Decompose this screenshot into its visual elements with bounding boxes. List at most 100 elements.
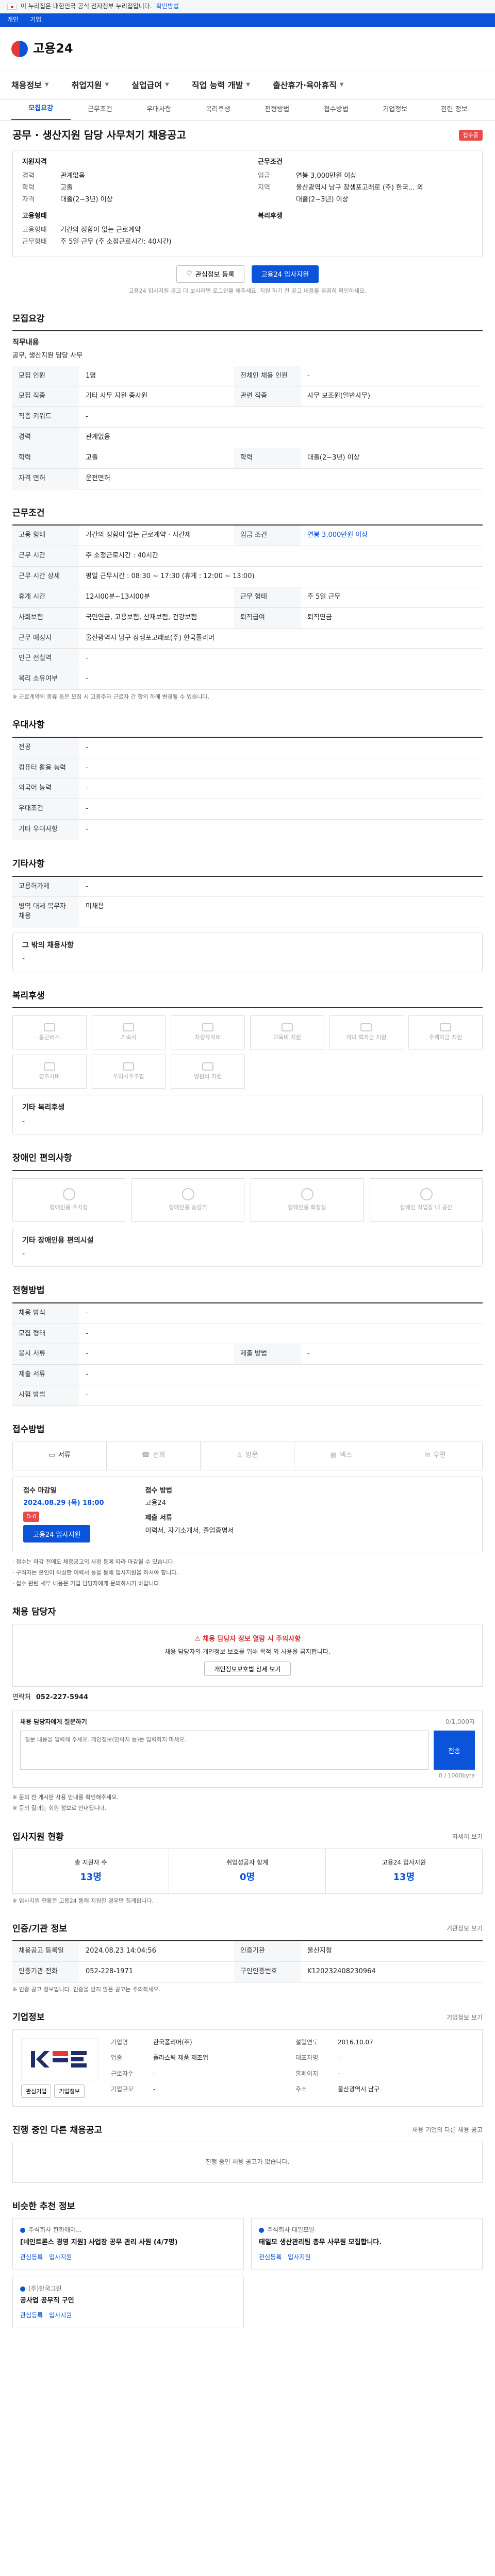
duty-text: 공무, 생산지원 담당 사무 (12, 351, 83, 360)
cert-more-link[interactable]: 기관정보 보기 (447, 1924, 483, 1933)
hot-title: 비슷한 추천 정보 (12, 2201, 75, 2212)
fav-link[interactable]: 관심등록 (20, 2253, 43, 2262)
disability-item: 장애인용 주차장 (12, 1178, 125, 1222)
related-more-link[interactable]: 채용 기업의 다른 채용 공고 (412, 2126, 483, 2134)
recruiter-desc: 채용 담당자의 개인정보 보호를 위해 목적 외 사용을 금지합니다. (164, 1648, 331, 1655)
company-icon (259, 2228, 264, 2233)
method-visit: ♙ 방문 (201, 1442, 294, 1470)
welfare-item: 차량유지비 (171, 1015, 245, 1050)
send-button[interactable]: 전송 (434, 1731, 475, 1770)
privacy-button[interactable]: 개인정보보호법 상세 보기 (204, 1662, 291, 1676)
mail-icon: ✉ (424, 1451, 431, 1460)
summary-left-title: 지원자격 (22, 158, 47, 166)
welfare-item: 통근버스 (12, 1015, 87, 1050)
tab-related[interactable]: 관련 정보 (425, 105, 484, 120)
company-info: 기업명 한국폴리머(주) 설립연도 2016.10.07 업종 플라스틱 제품 제조업… (111, 2038, 380, 2093)
tab-apply[interactable]: 접수방법 (307, 105, 366, 120)
inquiry-input[interactable] (20, 1731, 428, 1770)
method-label: 접수 방법 (145, 1486, 172, 1495)
apply-link[interactable]: 입사지원 (49, 2311, 72, 2320)
logo-icon[interactable] (11, 40, 28, 57)
hot-grid: 주식회사 한화에어... [네인트론스 경영 지원] 사업장 공무 관리 사원 … (12, 2218, 483, 2328)
flag-icon (7, 3, 16, 10)
company-logo (21, 2038, 98, 2080)
elevator-icon (182, 1188, 194, 1200)
job-title: 공무 · 생산지원 담당 사무처기 채용공고 (12, 129, 186, 141)
hot-card[interactable]: 주식회사 한화에어... [네인트론스 경영 지원] 사업장 공무 관리 사원 … (12, 2218, 244, 2269)
table-row: 우대조건 - (12, 799, 483, 820)
disability-grid: 장애인용 주차장 장애인용 승강기 장애인용 화장실 장애인 작업장 내 공간 (12, 1178, 483, 1222)
scrap-button[interactable]: ♡ 관심정보 등록 (176, 265, 244, 283)
nav-item-unemployment[interactable]: 실업급여 ▼ (131, 79, 169, 91)
related-title: 진행 중인 다른 채용공고 (12, 2125, 103, 2136)
nav-item-leave[interactable]: 출산휴가·육아휴직 ▼ (273, 79, 344, 91)
apply-button[interactable]: 고용24 입사지원 (251, 265, 319, 283)
table-row: 응시 서류 - 제출 방법 - (12, 1344, 483, 1365)
table-row: 병역 대체 복무자 채용 미채용 (12, 896, 483, 928)
hot-card[interactable]: 주식회사 태일모빌 태일모 생산관리팀 총무 사무원 모집합니다. 관심등록 입사… (251, 2218, 483, 2269)
tab-company[interactable]: 기업정보 (366, 105, 425, 120)
nav-item-training[interactable]: 직업 능력 개발 ▼ (192, 79, 250, 91)
recruit-title: 모집요강 (12, 313, 45, 324)
stat-success: 취업성공자 합계 0명 (169, 1849, 326, 1893)
apply-button-2[interactable]: 고용24 입사지원 (23, 1525, 91, 1543)
welfare-item: 경조사비 (12, 1055, 87, 1089)
disability-item: 장애인 작업장 내 공간 (370, 1178, 483, 1222)
tab-recruit[interactable]: 모집요강 (11, 104, 71, 120)
table-row: 직종 키워드 - (12, 406, 483, 428)
hot-card[interactable]: (주)한국그린 공사업 공무직 구인 관심등록 입사지원 (12, 2276, 244, 2328)
topbar-item-personal[interactable]: 개인 (7, 15, 19, 24)
nav-item-support[interactable]: 취업지원 ▼ (72, 79, 109, 91)
tab-pref[interactable]: 우대사항 (129, 105, 189, 120)
tab-selection[interactable]: 전형방법 (248, 105, 307, 120)
chevron-down-icon: ▼ (246, 82, 250, 88)
tab-welfare[interactable]: 복리후생 (189, 105, 248, 120)
gov-banner-text: 이 누리집은 대한민국 공식 전자정부 누리집입니다. (21, 2, 152, 10)
summary-right2-title: 복리후생 (258, 212, 283, 221)
etc-table: 고용허가제 - 병역 대체 복무자 채용 미채용 (12, 876, 483, 928)
disability-item: 장애인용 승강기 (131, 1178, 244, 1222)
company-more-link[interactable]: 기업정보 보기 (447, 2013, 483, 2022)
method-value: 고용24 (145, 1499, 166, 1507)
recruiter-title: 채용 담당자 (12, 1607, 56, 1618)
apply-link[interactable]: 입사지원 (49, 2253, 72, 2262)
car-icon (202, 1023, 214, 1032)
related-empty: 진행 중인 채용 공고가 없습니다. (12, 2142, 483, 2183)
logo-text[interactable]: 고용24 (33, 40, 73, 58)
fav-link[interactable]: 관심등록 (20, 2311, 43, 2320)
table-row: 휴게 시간 12시00분~13시00분 근무 형태 주 5일 근무 (12, 587, 483, 608)
gov-banner-link[interactable]: 확인방법 (156, 2, 179, 11)
topbar-item-company[interactable]: 기업 (30, 15, 41, 24)
warning-icon: ⚠ (194, 1635, 203, 1643)
bus-icon (43, 1023, 55, 1032)
nav-item-jobs[interactable]: 채용정보 ▼ (11, 79, 49, 91)
table-row: 모집 인원 1명 전체인 채용 인원 - (12, 366, 483, 387)
welfare-item: 교육비 지원 (250, 1015, 324, 1050)
stat-work24: 고용24 입사지원 13명 (382, 1859, 426, 1883)
inquiry-box: 채용 담당자에게 질문하기 0/1,000자 전송 0 / 1000byte (12, 1710, 483, 1788)
restroom-icon (301, 1188, 314, 1200)
method-fax: ▤ 팩스 (294, 1442, 388, 1470)
pref-table: 전공 - 컴퓨터 활용 능력 - 외국어 능력 - 우대조건 - 기타 우대사항 - (12, 737, 483, 840)
dorm-icon (123, 1023, 135, 1032)
section-tabs: 모집요강 근무조건 우대사항 복리후생 전형방법 접수방법 기업정보 관련 정보 (0, 100, 495, 121)
stats-title: 입사지원 현황 (12, 1832, 64, 1842)
tab-work[interactable]: 근무조건 (71, 105, 130, 120)
selection-title: 전형방법 (12, 1285, 45, 1296)
apply-link[interactable]: 입사지원 (288, 2253, 310, 2262)
fav-company-button[interactable]: 관심기업 (21, 2084, 52, 2098)
company-info-button[interactable]: 기업정보 (54, 2084, 85, 2098)
table-row: 모집 직종 기타 사무 지원 종사원 관련 직종 사무 보조원(일반사무) (12, 386, 483, 408)
heart-icon: ♡ (186, 270, 192, 278)
byte-count: 0 / 1000byte (438, 1772, 475, 1780)
duty-label: 직무내용 (12, 338, 39, 347)
table-row: 고용허가제 - (12, 876, 483, 897)
disability-title: 장애인 편의사항 (12, 1153, 72, 1163)
table-row: 학력 고졸 학력 대졸(2~3년) 이상 (12, 448, 483, 469)
stats-more-link[interactable]: 자세히 보기 (452, 1833, 483, 1841)
disability-item: 장애인용 화장실 (251, 1178, 364, 1222)
fav-link[interactable]: 관심등록 (259, 2253, 282, 2262)
disability-etc: - (22, 1249, 25, 1258)
docs-label: 제출 서류 (145, 1514, 172, 1522)
document-icon: ▭ (48, 1451, 55, 1460)
